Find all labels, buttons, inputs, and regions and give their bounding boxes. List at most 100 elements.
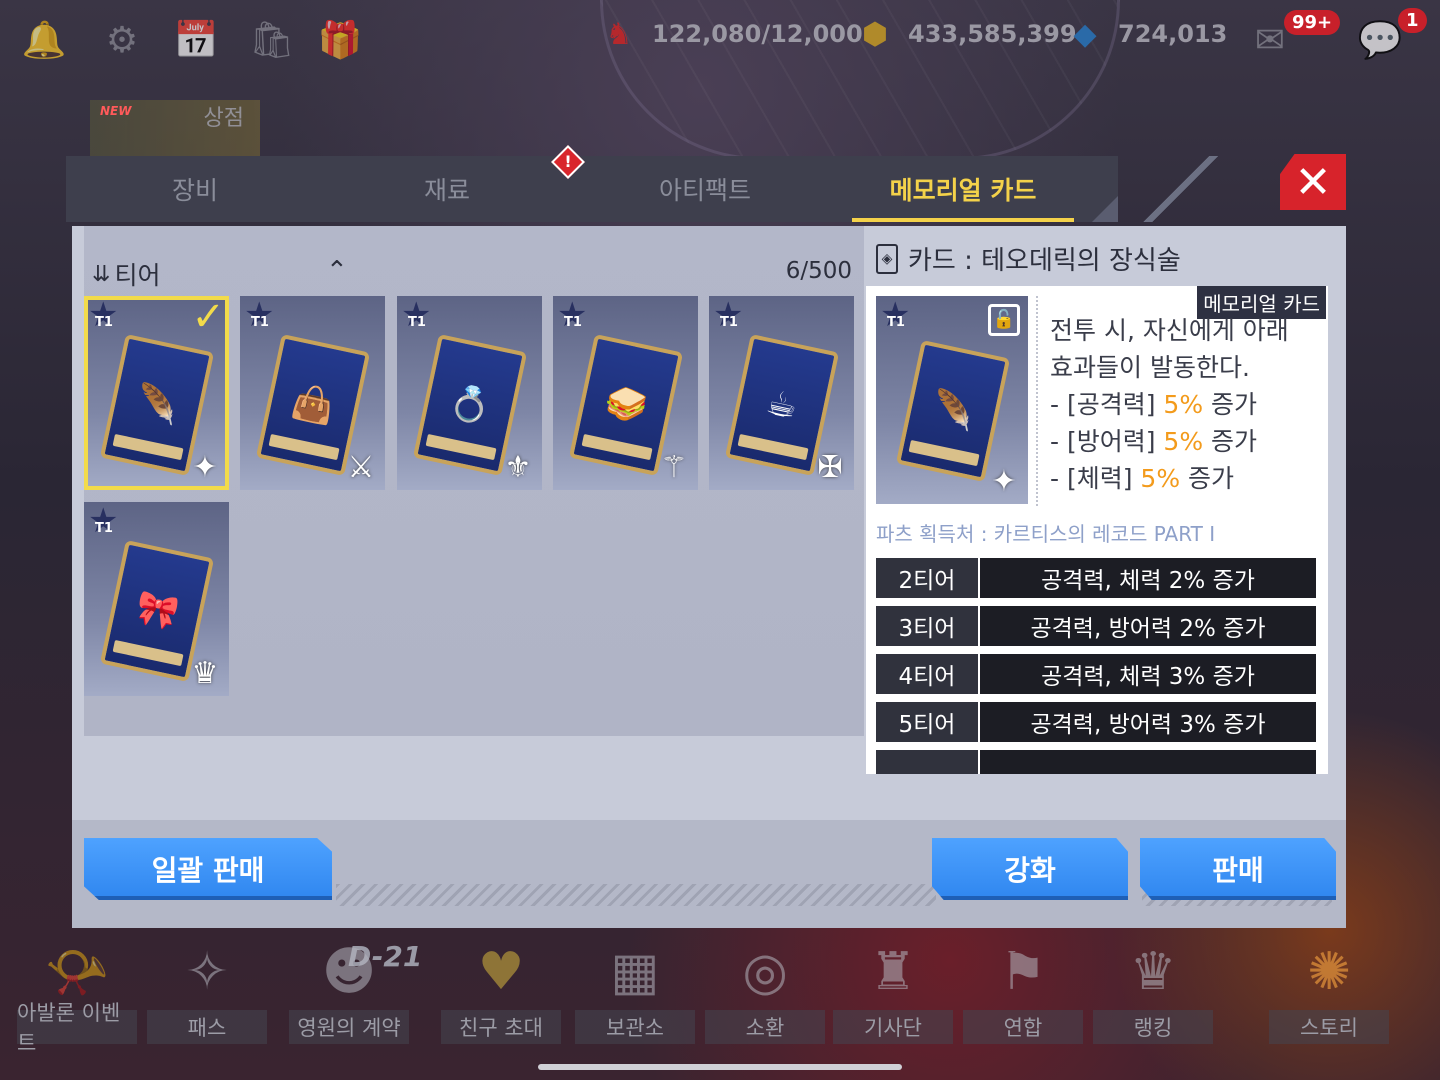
divider bbox=[1036, 296, 1038, 506]
class-icon: ♛ bbox=[191, 656, 219, 691]
memorial-card-6[interactable]: ★ T1 🎀 ♛ bbox=[84, 502, 229, 696]
class-icon: ✠ bbox=[817, 450, 843, 485]
pass-icon: ✧ bbox=[185, 942, 229, 1002]
tier-name: 4티어 bbox=[876, 654, 978, 694]
nav-knights[interactable]: ♜ 기사단 bbox=[828, 930, 958, 1060]
tier-row-4: 4티어 공격력, 체력 3% 증가 bbox=[876, 654, 1316, 694]
memorial-card-4[interactable]: ★ T1 🥪 ⚚ bbox=[553, 296, 698, 490]
storage-icon: ▦ bbox=[610, 942, 660, 1002]
memorial-card-5[interactable]: ★ T1 ☕ ✠ bbox=[709, 296, 854, 490]
knights-icon: ♜ bbox=[869, 942, 917, 1002]
calendar-icon[interactable]: 📅 bbox=[170, 14, 222, 66]
close-button[interactable]: ✕ bbox=[1280, 154, 1346, 210]
sort-tier-button[interactable]: ⇊ 티어 bbox=[92, 256, 160, 292]
tier-star-icon: ★ T1 bbox=[88, 296, 119, 335]
stat-defense: - [방어력] 5% 증가 bbox=[1050, 427, 1258, 456]
detail-title: ◈ 카드 : 테오데릭의 장식술 bbox=[876, 240, 1181, 277]
gold-resource[interactable]: ⬢ 433,585,399 bbox=[852, 14, 1077, 54]
card-type-icon: ◈ bbox=[876, 243, 898, 274]
desc-line-2: 효과들이 발동한다. bbox=[1050, 353, 1250, 382]
tier-name: 3티어 bbox=[876, 606, 978, 646]
tier-name: 2티어 bbox=[876, 558, 978, 598]
dialog-panel: ⇊ 티어 ⌃ 6/500 ★ T1 🪶 ✦ ✓ ★ T1 👜 ⚔ ★ T1 💍 ⚜ ★… bbox=[72, 226, 1346, 928]
tier-star-icon: ★ T1 bbox=[713, 296, 744, 335]
tier-star-icon: ★ T1 bbox=[401, 296, 432, 335]
shop-label: 상점 bbox=[203, 106, 244, 131]
sort-row: ⇊ 티어 ⌃ 6/500 bbox=[92, 256, 862, 292]
bulk-sell-button[interactable]: 일괄 판매 bbox=[84, 838, 332, 900]
bag-icon[interactable]: 🛍 bbox=[246, 14, 298, 66]
detail-title-text: 카드 : 테오데릭의 장식술 bbox=[908, 246, 1181, 276]
card-description: 전투 시, 자신에게 아래 효과들이 발동한다. - [공격력] 5% 증가 -… bbox=[1050, 312, 1320, 497]
friend-icon: ♥ bbox=[477, 942, 525, 1002]
detail-box: 메모리얼 카드 ★ T1 🪶 ✦ 🔓 전투 시, 자신에게 아래 효과들이 발동한… bbox=[866, 286, 1328, 774]
nav-label: 스토리 bbox=[1269, 1010, 1389, 1044]
tier-star-icon: ★ T1 bbox=[244, 296, 275, 335]
tier-row-5: 5티어 공격력, 방어력 3% 증가 bbox=[876, 702, 1316, 742]
ranking-icon: ♛ bbox=[1129, 942, 1177, 1002]
bell-icon[interactable]: 🔔 bbox=[18, 14, 70, 66]
nav-storage[interactable]: ▦ 보관소 bbox=[570, 930, 700, 1060]
nav-label: 패스 bbox=[147, 1010, 267, 1044]
desc-line-1: 전투 시, 자신에게 아래 bbox=[1050, 316, 1289, 345]
enhance-button[interactable]: 강화 bbox=[932, 838, 1128, 900]
new-tag: NEW bbox=[100, 104, 132, 118]
tier-row-partial bbox=[876, 750, 1316, 774]
crystal-value: 724,013 bbox=[1118, 20, 1228, 48]
tier-effect bbox=[980, 750, 1316, 774]
summon-icon: ◎ bbox=[742, 942, 788, 1002]
class-icon: ✦ bbox=[991, 464, 1017, 499]
tier-effect: 공격력, 방어력 3% 증가 bbox=[980, 702, 1316, 742]
nav-story[interactable]: ✺ 스토리 bbox=[1264, 930, 1394, 1060]
tier-row-2: 2티어 공격력, 체력 2% 증가 bbox=[876, 558, 1316, 598]
hatch-deco bbox=[336, 884, 936, 906]
crystal-icon: ◆ bbox=[1073, 16, 1097, 52]
tier-star-icon: ★ T1 bbox=[880, 296, 911, 335]
unlock-icon[interactable]: 🔓 bbox=[988, 304, 1020, 336]
tier-effect: 공격력, 방어력 2% 증가 bbox=[980, 606, 1316, 646]
card-art: 🪶 bbox=[895, 340, 1011, 482]
active-tab-underline bbox=[852, 218, 1074, 222]
nav-pass[interactable]: ✧ 패스 bbox=[142, 930, 272, 1060]
nav-label: 랭킹 bbox=[1093, 1010, 1213, 1044]
chat-badge: 1 bbox=[1398, 8, 1427, 33]
nav-avalon-event[interactable]: 📯 아발론 이벤트 bbox=[12, 930, 142, 1060]
top-bar: 🔔 ⚙ 📅 🛍 🎁 ♞ 122,080/12,000 ⬢ 433,585,399… bbox=[0, 0, 1440, 80]
parts-source: 파츠 획득처 : 카르티스의 레코드 PART I bbox=[876, 522, 1216, 546]
tab-artifact[interactable]: 아티팩트 bbox=[576, 156, 834, 222]
nav-eternal-contract[interactable]: ☻ 영원의 계약 bbox=[284, 930, 414, 1060]
nav-label: 영원의 계약 bbox=[289, 1010, 409, 1044]
nav-summon[interactable]: ◎ 소환 bbox=[700, 930, 830, 1060]
nav-alliance[interactable]: ⚑ 연합 bbox=[958, 930, 1088, 1060]
memorial-card-2[interactable]: ★ T1 👜 ⚔ bbox=[240, 296, 385, 490]
tier-effect: 공격력, 체력 3% 증가 bbox=[980, 654, 1316, 694]
home-indicator bbox=[538, 1064, 902, 1070]
contract-icon: ☻ bbox=[321, 942, 377, 1002]
nav-friend-invite[interactable]: ♥ 친구 초대 bbox=[436, 930, 566, 1060]
tier-name: 5티어 bbox=[876, 702, 978, 742]
nav-ranking[interactable]: ♛ 랭킹 bbox=[1088, 930, 1218, 1060]
gold-coin-icon: ⬢ bbox=[861, 16, 889, 52]
gift-icon[interactable]: 🎁 bbox=[314, 14, 366, 66]
memorial-card-3[interactable]: ★ T1 💍 ⚜ bbox=[397, 296, 542, 490]
tier-effect: 공격력, 체력 2% 증가 bbox=[980, 558, 1316, 598]
tier-star-icon: ★ T1 bbox=[88, 502, 119, 541]
nav-label: 보관소 bbox=[575, 1010, 695, 1044]
memorial-card-1[interactable]: ★ T1 🪶 ✦ ✓ bbox=[84, 296, 229, 490]
selected-check-icon: ✓ bbox=[191, 296, 225, 340]
class-icon: ⚔ bbox=[347, 450, 375, 485]
sell-button[interactable]: 판매 bbox=[1140, 838, 1336, 900]
tab-materials[interactable]: 재료 bbox=[318, 156, 576, 222]
settings-icon[interactable]: ⚙ bbox=[96, 14, 148, 66]
mail-badge: 99+ bbox=[1284, 10, 1341, 35]
nav-label: 소환 bbox=[705, 1010, 825, 1044]
tab-memorial-card[interactable]: 메모리얼 카드 bbox=[834, 156, 1092, 222]
sort-label: 티어 bbox=[114, 261, 161, 290]
class-icon: ⚚ bbox=[660, 450, 688, 485]
crystal-resource[interactable]: ◆ 724,013 bbox=[1062, 14, 1227, 54]
tab-equipment[interactable]: 장비 bbox=[66, 156, 324, 222]
stat-hp: - [체력] 5% 증가 bbox=[1050, 464, 1235, 493]
stamina-resource[interactable]: ♞ 122,080/12,000 bbox=[596, 14, 863, 54]
sort-icon: ⇊ bbox=[92, 261, 111, 287]
sort-order-up-icon[interactable]: ⌃ bbox=[326, 256, 348, 286]
